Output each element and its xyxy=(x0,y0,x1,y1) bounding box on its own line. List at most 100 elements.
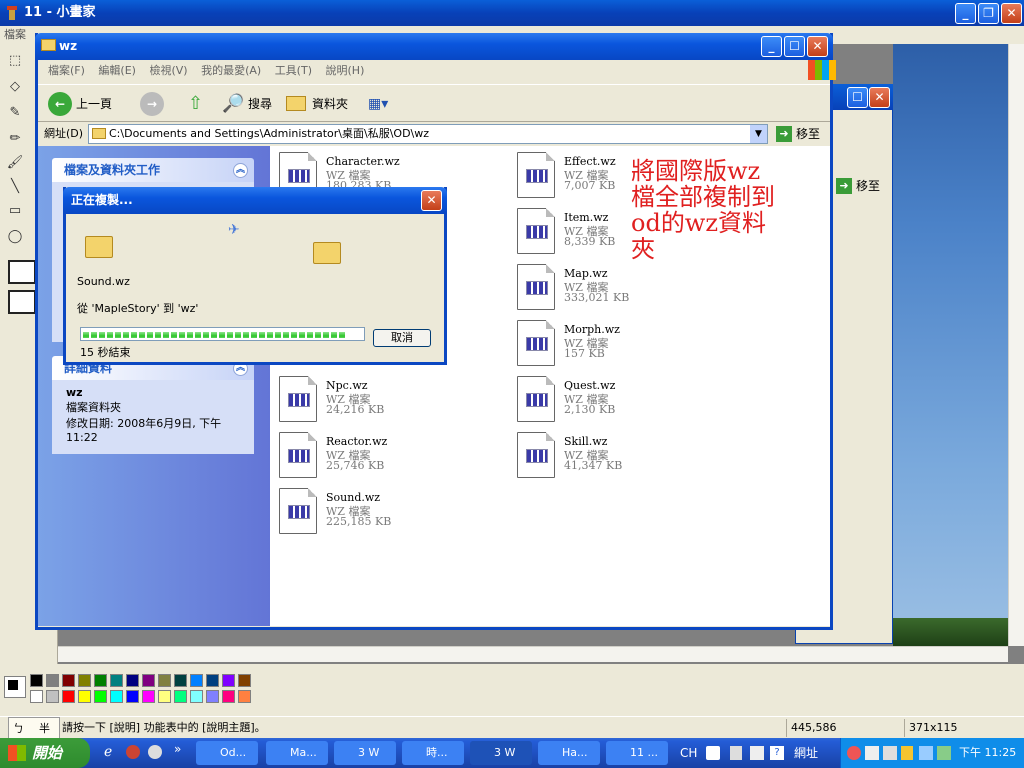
bg-close-button[interactable]: ✕ xyxy=(869,87,890,108)
forward-button[interactable]: → xyxy=(138,91,176,117)
file-item[interactable]: Npc.wz WZ 檔案 24,216 KB xyxy=(279,376,509,426)
palette-swatch[interactable] xyxy=(206,690,219,703)
menu-file[interactable]: 檔案(F) xyxy=(48,64,85,77)
horizontal-scrollbar[interactable] xyxy=(58,646,1008,662)
address-toolbar-label[interactable]: 網址 xyxy=(794,738,818,768)
explorer-close-button[interactable]: ✕ xyxy=(807,36,828,57)
file-item[interactable]: Quest.wz WZ 檔案 2,130 KB xyxy=(517,376,747,426)
palette-swatch[interactable] xyxy=(110,690,123,703)
paint-menu-file[interactable]: 檔案 xyxy=(4,28,26,41)
vertical-scrollbar[interactable] xyxy=(1008,44,1024,646)
palette-swatch[interactable] xyxy=(110,674,123,687)
palette-swatch[interactable] xyxy=(126,690,139,703)
paint-title-bar[interactable]: 11 - 小畫家 _ ❐ ✕ xyxy=(0,0,1024,26)
palette-swatch[interactable] xyxy=(46,690,59,703)
palette-swatch[interactable] xyxy=(62,690,75,703)
taskbar-item-folders[interactable]: 3 W xyxy=(470,741,532,765)
palette-swatch[interactable] xyxy=(142,674,155,687)
file-item[interactable]: Sound.wz WZ 檔案 225,185 KB xyxy=(279,488,509,538)
copy-dialog-close-button[interactable]: ✕ xyxy=(421,190,442,211)
ime-bopomofo[interactable]: ㄅ xyxy=(13,718,24,740)
pencil-icon[interactable]: ✏ xyxy=(4,128,26,150)
palette-swatch[interactable] xyxy=(30,674,43,687)
current-colors[interactable] xyxy=(4,676,26,698)
palette-swatch[interactable] xyxy=(238,674,251,687)
paint-minimize-button[interactable]: _ xyxy=(955,3,976,24)
palette-swatch[interactable] xyxy=(222,674,235,687)
quick-launch-media-icon[interactable] xyxy=(148,745,162,759)
taskbar-item-time[interactable]: 時... xyxy=(402,741,464,765)
brush-icon[interactable]: 🖌 xyxy=(4,152,26,174)
paint-restore-button[interactable]: ❐ xyxy=(978,3,999,24)
quick-launch-ie-icon[interactable]: ℯ xyxy=(104,744,112,760)
up-folder-icon[interactable]: ⇧ xyxy=(188,91,212,117)
menu-favorites[interactable]: 我的最愛(A) xyxy=(201,64,261,77)
ime-icon[interactable] xyxy=(706,746,720,760)
eraser-icon[interactable]: ◇ xyxy=(4,76,26,98)
explorer-maximize-button[interactable]: ☐ xyxy=(784,36,805,57)
tray-network-icon[interactable] xyxy=(865,746,879,760)
tool-option-1[interactable] xyxy=(8,260,36,284)
tray-icon[interactable] xyxy=(883,746,897,760)
menu-view[interactable]: 檢視(V) xyxy=(149,64,187,77)
tray-users-icon[interactable] xyxy=(937,746,951,760)
menu-tools[interactable]: 工具(T) xyxy=(275,64,312,77)
ime-toolbar[interactable]: ㄅ 半 xyxy=(8,717,60,739)
tool-option-2[interactable] xyxy=(8,290,36,314)
language-indicator[interactable]: CH xyxy=(680,738,697,768)
palette-swatch[interactable] xyxy=(30,690,43,703)
palette-swatch[interactable] xyxy=(78,690,91,703)
quick-launch-expand-icon[interactable]: » xyxy=(174,742,181,756)
bg-go-button[interactable]: ➜ 移至 xyxy=(834,176,890,196)
palette-swatch[interactable] xyxy=(142,690,155,703)
taskbar-item-od[interactable]: Od... xyxy=(196,741,258,765)
help-icon[interactable]: ? xyxy=(770,746,784,760)
palette-swatch[interactable] xyxy=(78,674,91,687)
address-dropdown-icon[interactable]: ▼ xyxy=(750,125,767,143)
menu-help[interactable]: 說明(H) xyxy=(326,64,365,77)
tray-app-icon[interactable] xyxy=(847,746,861,760)
bg-maximize-button[interactable]: ☐ xyxy=(847,87,868,108)
folders-button[interactable]: 資料夾 xyxy=(286,91,356,117)
palette-swatch[interactable] xyxy=(206,674,219,687)
copy-dialog-title-bar[interactable]: 正在複製... ✕ xyxy=(63,187,447,214)
color-picker-icon[interactable]: ✎ xyxy=(4,102,26,124)
menu-edit[interactable]: 編輯(E) xyxy=(98,64,136,77)
taskbar-item-3w[interactable]: 3 W xyxy=(334,741,396,765)
quick-launch-icon[interactable] xyxy=(126,745,140,759)
palette-swatch[interactable] xyxy=(158,690,171,703)
rectangle-icon[interactable]: ▭ xyxy=(4,200,26,222)
palette-swatch[interactable] xyxy=(238,690,251,703)
palette-swatch[interactable] xyxy=(126,674,139,687)
paint-close-button[interactable]: ✕ xyxy=(1001,3,1022,24)
ellipse-icon[interactable]: ◯ xyxy=(4,226,26,248)
palette-swatch[interactable] xyxy=(46,674,59,687)
palette-swatch[interactable] xyxy=(174,690,187,703)
tasks-panel-header[interactable]: 檔案及資料夾工作 ︽ xyxy=(52,158,254,182)
palette-swatch[interactable] xyxy=(94,690,107,703)
start-button[interactable]: 開始 xyxy=(0,738,90,768)
views-icon[interactable]: ▦▾ xyxy=(368,91,398,117)
pen-icon[interactable] xyxy=(730,746,742,760)
file-item[interactable]: Map.wz WZ 檔案 333,021 KB xyxy=(517,264,747,314)
back-button[interactable]: ← 上一頁 xyxy=(46,91,128,117)
taskbar-item-ma[interactable]: Ma... xyxy=(266,741,328,765)
address-input[interactable]: C:\Documents and Settings\Administrator\… xyxy=(88,124,768,144)
palette-swatch[interactable] xyxy=(158,674,171,687)
taskbar-item-paint[interactable]: 11 ... xyxy=(606,741,668,765)
file-item[interactable]: Morph.wz WZ 檔案 157 KB xyxy=(517,320,747,370)
collapse-chevron-icon[interactable]: ︽ xyxy=(233,163,248,178)
palette-swatch[interactable] xyxy=(94,674,107,687)
keyboard-icon[interactable] xyxy=(750,746,764,760)
search-button[interactable]: 🔎 搜尋 xyxy=(222,91,282,117)
free-select-icon[interactable]: ⬚ xyxy=(4,50,26,72)
file-item[interactable]: Skill.wz WZ 檔案 41,347 KB xyxy=(517,432,747,482)
palette-swatch[interactable] xyxy=(222,690,235,703)
palette-swatch[interactable] xyxy=(190,690,203,703)
palette-swatch[interactable] xyxy=(62,674,75,687)
palette-swatch[interactable] xyxy=(190,674,203,687)
tray-shield-icon[interactable] xyxy=(901,746,913,760)
explorer-minimize-button[interactable]: _ xyxy=(761,36,782,57)
tray-monitor-icon[interactable] xyxy=(919,746,933,760)
file-item[interactable]: Reactor.wz WZ 檔案 25,746 KB xyxy=(279,432,509,482)
